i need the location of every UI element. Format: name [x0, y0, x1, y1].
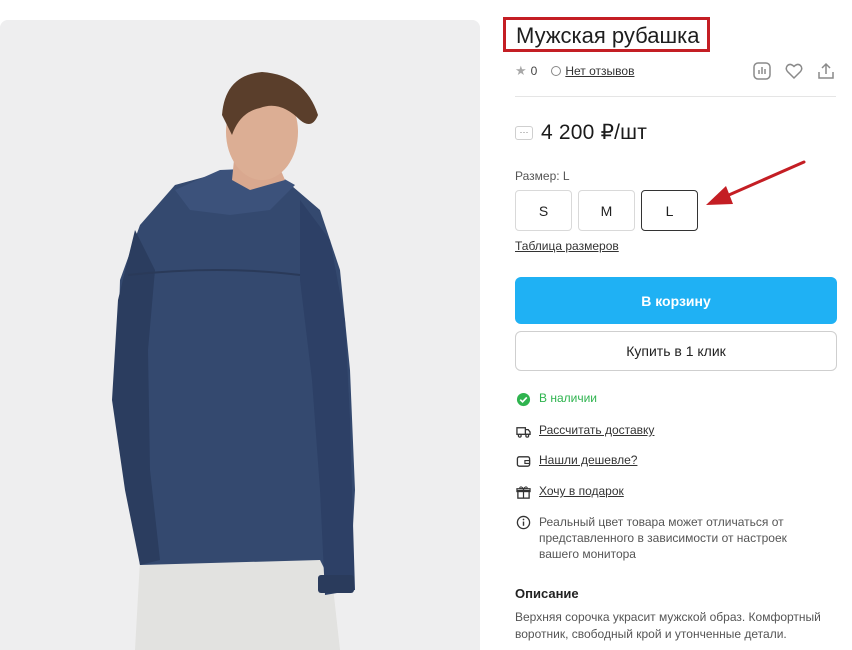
found-cheaper-link[interactable]: Нашли дешевле? [539, 453, 637, 467]
product-image[interactable] [0, 20, 480, 650]
check-circle-icon [515, 391, 531, 407]
divider [515, 96, 836, 97]
comment-icon [551, 66, 562, 76]
rating-value: 0 [530, 64, 538, 78]
star-icon: ★ [515, 63, 527, 78]
gift-icon [515, 484, 531, 500]
price-info-icon[interactable]: ··· [515, 125, 533, 140]
annotation-arrow [706, 160, 806, 205]
gift-link[interactable]: Хочу в подарок [539, 484, 624, 498]
description-line: Верхняя сорочка украсит мужской образ. К… [515, 610, 821, 624]
description-line: воротник, свободный крой и утонченные де… [515, 627, 787, 641]
size-option-l[interactable]: L [641, 190, 698, 231]
stock-status: В наличии [515, 391, 597, 407]
add-to-cart-button[interactable]: В корзину [515, 277, 837, 324]
disclaimer-line: представленного в зависимости от настрое… [539, 531, 787, 545]
delivery-row[interactable]: Рассчитать доставку [515, 423, 654, 439]
disclaimer-line: вашего монитора [539, 547, 636, 561]
cheaper-row[interactable]: Нашли дешевле? [515, 453, 637, 469]
color-disclaimer: Реальный цвет товара может отличаться от… [515, 514, 815, 562]
gift-row[interactable]: Хочу в подарок [515, 484, 624, 500]
price-row: ··· 4 200 ₽/шт [515, 120, 647, 145]
product-actions [752, 61, 836, 81]
description-heading: Описание [515, 586, 579, 601]
reviews-link[interactable]: Нет отзывов [565, 64, 634, 78]
buy-one-click-button[interactable]: Купить в 1 клик [515, 331, 837, 371]
size-option-s[interactable]: S [515, 190, 572, 231]
product-title: Мужская рубашка [503, 17, 711, 52]
size-table-link[interactable]: Таблица размеров [515, 239, 619, 253]
size-label: Размер: L [515, 169, 570, 183]
compare-icon[interactable] [752, 61, 772, 81]
share-icon[interactable] [816, 61, 836, 81]
favorite-icon[interactable] [784, 61, 804, 81]
disclaimer-text: Реальный цвет товара может отличаться от… [539, 514, 787, 562]
wallet-icon [515, 453, 531, 469]
disclaimer-line: Реальный цвет товара может отличаться от [539, 515, 784, 529]
truck-icon [515, 423, 531, 439]
price: 4 200 ₽/шт [541, 121, 648, 144]
product-photo-model [0, 20, 480, 650]
description-text: Верхняя сорочка украсит мужской образ. К… [515, 609, 845, 643]
stock-text: В наличии [539, 391, 598, 405]
rating-row: ★ 0 Нет отзывов [515, 63, 634, 79]
size-option-m[interactable]: M [578, 190, 635, 231]
delivery-link[interactable]: Рассчитать доставку [539, 423, 654, 437]
size-selector: S M L [515, 190, 698, 231]
info-icon [515, 514, 531, 530]
